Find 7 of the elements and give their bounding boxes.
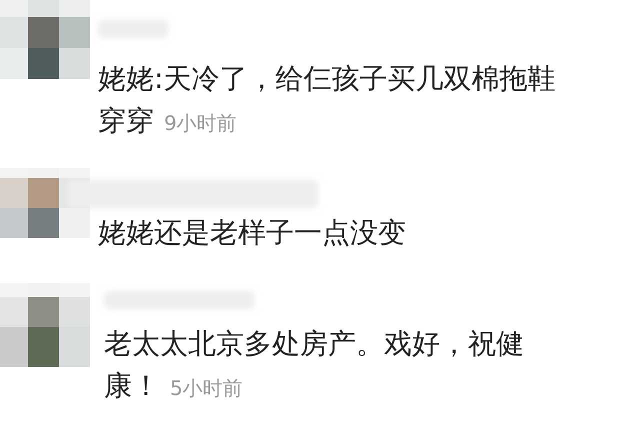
comment-text: 穿穿 (98, 103, 154, 139)
comment-text: 康！ (104, 368, 160, 404)
comment-time: 9小时前 (164, 110, 237, 137)
comment-time: 5小时前 (170, 375, 243, 402)
comment-text: 姥姥还是老样子一点没变 (98, 215, 406, 251)
comment-text: 姥姥:天冷了，给仨孩子买几双棉拖鞋 (98, 61, 556, 97)
comment-text: 老太太北京多处房产。戏好，祝健 (104, 326, 524, 362)
